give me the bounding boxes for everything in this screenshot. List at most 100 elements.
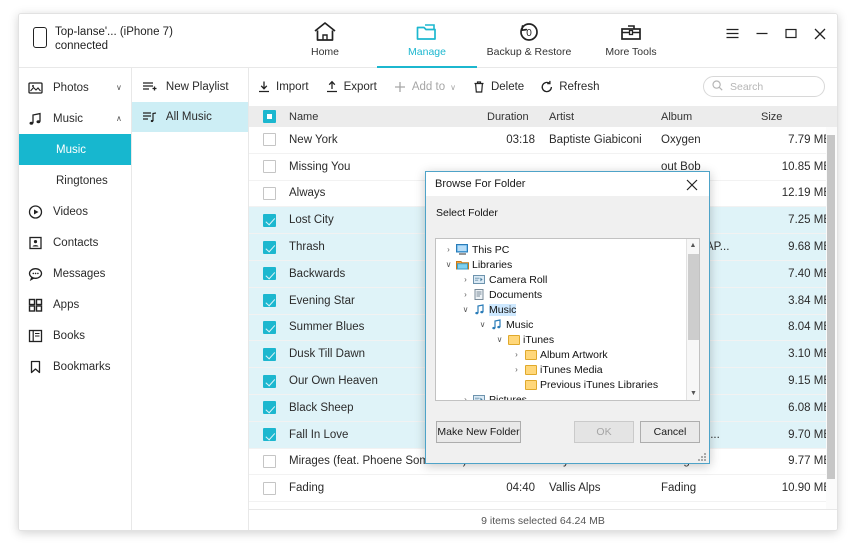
- tree-node-label: iTunes Media: [540, 363, 603, 376]
- row-checkbox[interactable]: [263, 213, 289, 227]
- tree-expand-arrow[interactable]: ›: [442, 245, 455, 254]
- maximize-icon[interactable]: [783, 26, 798, 41]
- row-checkbox[interactable]: [263, 186, 289, 200]
- row-checkbox[interactable]: [263, 347, 289, 361]
- tab-home[interactable]: Home: [274, 14, 376, 68]
- tree-node-label: Pictures: [489, 393, 527, 401]
- row-checkbox[interactable]: [263, 160, 289, 174]
- sidebar-item-bookmarks[interactable]: Bookmarks: [19, 351, 131, 382]
- cancel-button[interactable]: Cancel: [640, 421, 700, 443]
- tree-expand-arrow[interactable]: ›: [510, 380, 523, 389]
- row-checkbox[interactable]: [263, 374, 289, 388]
- tree-expand-arrow[interactable]: ∨: [442, 260, 455, 269]
- sidebar-subitem-ringtones-label: Ringtones: [56, 174, 108, 187]
- tree-expand-arrow[interactable]: ›: [510, 365, 523, 374]
- add-to-button[interactable]: Add to ∨: [393, 80, 456, 94]
- row-checkbox[interactable]: [263, 428, 289, 442]
- playlist-new[interactable]: New Playlist: [132, 72, 248, 102]
- sidebar-item-messages[interactable]: Messages: [19, 258, 131, 289]
- chevron-up-icon[interactable]: ∧: [116, 114, 122, 123]
- row-checkbox[interactable]: [263, 267, 289, 281]
- row-checkbox[interactable]: [263, 401, 289, 415]
- menu-icon[interactable]: [725, 26, 740, 41]
- scroll-down-icon[interactable]: ▼: [687, 387, 699, 400]
- dialog-subtitle: Select Folder: [436, 207, 498, 219]
- table-row[interactable]: Fading 04:40 Vallis Alps Fading 10.90 MB: [249, 475, 837, 503]
- tab-more-tools-label: More Tools: [605, 46, 657, 58]
- chevron-down-icon[interactable]: ∨: [450, 83, 456, 92]
- tree-scrollbar[interactable]: ▲ ▼: [686, 239, 699, 400]
- row-checkbox[interactable]: [263, 320, 289, 334]
- sidebar-subitem-music[interactable]: Music: [19, 134, 131, 165]
- list-scrollbar-thumb[interactable]: [827, 135, 835, 479]
- minimize-icon[interactable]: [754, 26, 769, 41]
- list-scrollbar[interactable]: [826, 127, 837, 509]
- ok-button[interactable]: OK: [574, 421, 634, 443]
- table-row[interactable]: New York 03:18 Baptiste Giabiconi Oxygen 7.7…: [249, 127, 837, 154]
- close-icon[interactable]: [675, 172, 709, 197]
- sidebar-item-music[interactable]: Music ∧: [19, 103, 131, 134]
- column-album[interactable]: Album: [661, 111, 761, 123]
- row-checkbox[interactable]: [263, 133, 289, 147]
- sidebar-item-books[interactable]: Books: [19, 320, 131, 351]
- refresh-button[interactable]: Refresh: [540, 80, 599, 94]
- tab-manage-label: Manage: [408, 46, 446, 58]
- row-checkbox[interactable]: [263, 481, 289, 495]
- tree-expand-arrow[interactable]: ∨: [476, 320, 489, 329]
- column-artist[interactable]: Artist: [549, 111, 661, 123]
- make-new-folder-button[interactable]: Make New Folder: [436, 421, 521, 443]
- row-checkbox[interactable]: [263, 454, 289, 468]
- tab-manage[interactable]: Manage: [376, 14, 478, 68]
- tree-node[interactable]: › Previous iTunes Libraries: [436, 377, 699, 392]
- tree-node[interactable]: ∨ iTunes: [436, 332, 699, 347]
- search-box[interactable]: [703, 76, 825, 97]
- tree-node[interactable]: › Album Artwork: [436, 347, 699, 362]
- tree-expand-arrow[interactable]: ›: [510, 350, 523, 359]
- chevron-down-icon[interactable]: ∨: [116, 83, 122, 92]
- tree-node[interactable]: ∨ Libraries: [436, 257, 699, 272]
- tree-expand-arrow[interactable]: ›: [459, 290, 472, 299]
- playlist-all-music[interactable]: All Music: [131, 102, 248, 132]
- export-button[interactable]: Export: [325, 80, 377, 94]
- search-input[interactable]: [728, 79, 820, 94]
- sidebar-item-apps[interactable]: Apps: [19, 289, 131, 320]
- device-text: Top-lanse'... (iPhone 7) connected: [55, 25, 173, 53]
- status-text: 9 items selected 64.24 MB: [481, 514, 605, 527]
- tree-scrollbar-thumb[interactable]: [688, 254, 699, 340]
- tree-expand-arrow[interactable]: ∨: [459, 305, 472, 314]
- tree-expand-arrow[interactable]: ∨: [493, 335, 506, 344]
- resize-grip[interactable]: [698, 453, 707, 461]
- folder-icon: [523, 364, 538, 375]
- tree-node[interactable]: › Documents: [436, 287, 699, 302]
- tree-node[interactable]: ∨ Music: [436, 302, 699, 317]
- folder-tree[interactable]: › This PC ∨ Libraries › Camera Roll › Documents…: [435, 238, 700, 401]
- sidebar-item-videos[interactable]: Videos: [19, 196, 131, 227]
- tree-node[interactable]: ∨ Music: [436, 317, 699, 332]
- column-name[interactable]: Name: [289, 111, 487, 123]
- row-checkbox[interactable]: [263, 240, 289, 254]
- column-size[interactable]: Size: [761, 111, 837, 123]
- tree-node[interactable]: › Camera Roll: [436, 272, 699, 287]
- folder-icon: [506, 334, 521, 345]
- tree-node[interactable]: › This PC: [436, 242, 699, 257]
- row-checkbox[interactable]: [263, 294, 289, 308]
- bookmark-icon: [28, 360, 48, 374]
- sidebar-item-contacts[interactable]: Contacts: [19, 227, 131, 258]
- tab-more-tools[interactable]: More Tools: [580, 14, 682, 68]
- folder-tree-nodes: › This PC ∨ Libraries › Camera Roll › Documents…: [436, 239, 699, 401]
- sidebar-subitem-ringtones[interactable]: Ringtones: [19, 165, 131, 196]
- scroll-up-icon[interactable]: ▲: [687, 239, 699, 252]
- sidebar: Photos ∨ Music ∧ Music Ringtones Videos …: [19, 68, 132, 530]
- tree-node[interactable]: › iTunes Media: [436, 362, 699, 377]
- select-all-checkbox[interactable]: [263, 110, 289, 123]
- import-button[interactable]: Import: [257, 80, 309, 94]
- tree-expand-arrow[interactable]: ›: [459, 395, 472, 400]
- tree-expand-arrow[interactable]: ›: [459, 275, 472, 284]
- column-duration[interactable]: Duration: [487, 111, 549, 123]
- close-icon[interactable]: [812, 26, 827, 41]
- tab-backup-restore[interactable]: 0 Backup & Restore: [478, 14, 580, 68]
- delete-button[interactable]: Delete: [472, 80, 524, 94]
- tree-node[interactable]: › Pictures: [436, 392, 699, 401]
- playlist-all-music-label: All Music: [165, 111, 212, 123]
- sidebar-item-photos[interactable]: Photos ∨: [19, 72, 131, 103]
